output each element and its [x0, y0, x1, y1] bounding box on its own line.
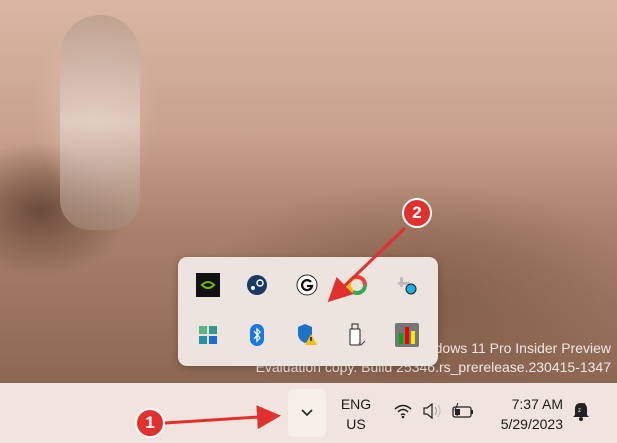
wifi-icon[interactable]: [393, 403, 413, 419]
language-label: ENG: [340, 396, 372, 412]
callout-1: 1: [135, 408, 165, 438]
bluetooth-icon[interactable]: [245, 323, 269, 347]
time-label: 7:37 AM: [511, 396, 563, 412]
nvidia-icon[interactable]: [196, 273, 220, 297]
phone-link-icon[interactable]: [196, 323, 220, 347]
taskbar: ENG US 7:37 AM 5/29/2023 zz: [0, 383, 617, 443]
volume-icon[interactable]: [422, 403, 444, 419]
notification-bell-do-not-disturb-icon[interactable]: zz: [572, 401, 590, 421]
steam-icon[interactable]: [245, 273, 269, 297]
region-label: US: [346, 416, 366, 432]
show-hidden-icons-button[interactable]: [288, 389, 326, 437]
callout-2: 2: [402, 198, 432, 228]
slack-icon[interactable]: [395, 273, 419, 297]
svg-text:z: z: [578, 408, 581, 414]
watermark-line1: Windows 11 Pro Insider Preview: [410, 340, 611, 356]
windows-security-warning-icon[interactable]: [295, 323, 319, 347]
resource-meter-icon[interactable]: [395, 323, 419, 347]
language-indicator[interactable]: ENG US: [338, 394, 374, 434]
grammarly-icon[interactable]: [295, 273, 319, 297]
hidden-icons-flyout: [178, 257, 438, 366]
google-drive-icon[interactable]: [345, 273, 369, 297]
date-label: 5/29/2023: [500, 416, 563, 432]
clock[interactable]: 7:37 AM 5/29/2023: [485, 394, 563, 434]
battery-charging-icon[interactable]: [452, 403, 476, 419]
wallpaper-kangaroo: [60, 15, 140, 230]
chevron-down-icon: [301, 409, 313, 417]
safely-remove-usb-icon[interactable]: [345, 323, 369, 347]
